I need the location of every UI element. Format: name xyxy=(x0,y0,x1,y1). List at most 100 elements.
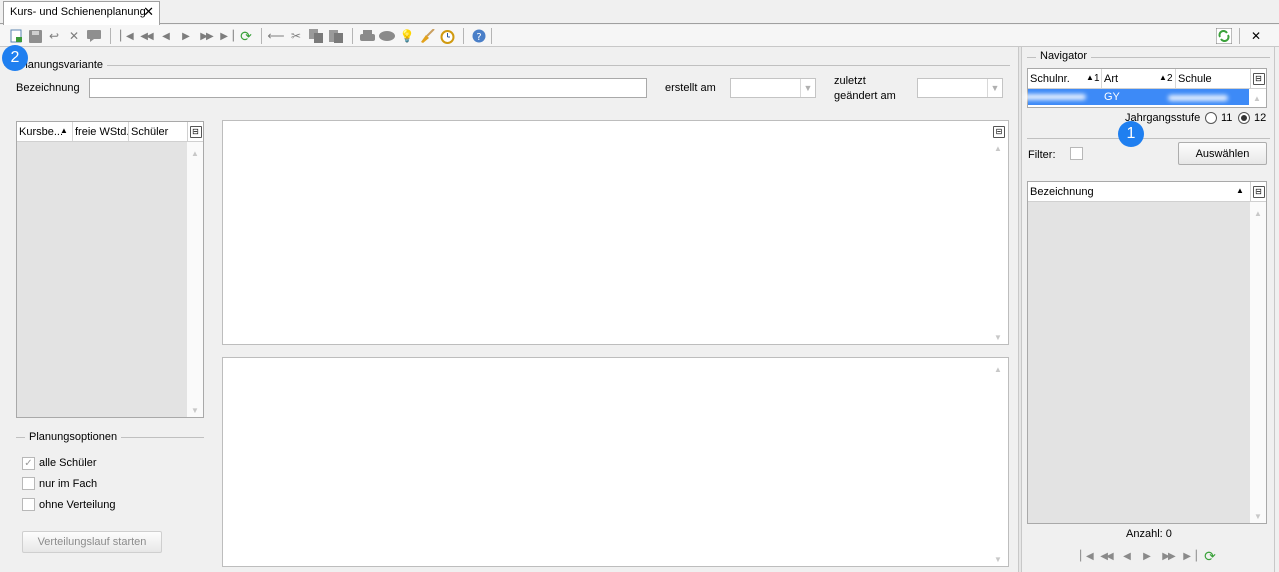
tab-close-icon[interactable]: ✕ xyxy=(143,4,154,20)
svg-text:?: ? xyxy=(476,32,481,43)
sort-up-icon: ▲ xyxy=(1159,73,1167,82)
refresh-icon[interactable]: ⟳ xyxy=(238,28,254,44)
idea-icon[interactable]: 💡 xyxy=(399,28,415,44)
annotation-badge-2: 2 xyxy=(2,45,28,71)
scroll-up-icon[interactable]: ▲ xyxy=(1249,90,1265,106)
auswaehlen-button[interactable]: Auswählen xyxy=(1178,142,1267,165)
column-schule[interactable]: Schule xyxy=(1176,69,1248,88)
undo-icon[interactable]: ↩ xyxy=(46,28,62,44)
annotation-badge-1: 1 xyxy=(1118,121,1144,147)
prev-page-icon[interactable]: ◀◀ xyxy=(1098,548,1114,564)
alarm-clock-icon[interactable] xyxy=(439,28,455,44)
last-icon[interactable]: ▶▕ xyxy=(1181,548,1197,564)
erstellt-am-date[interactable]: ▼ xyxy=(730,78,816,98)
geaendert-am-label: geändert am xyxy=(834,90,896,102)
ohne-verteilung-label: ohne Verteilung xyxy=(39,499,116,511)
tab-strip xyxy=(0,0,1279,24)
prev-icon[interactable]: ◀ xyxy=(1119,548,1135,564)
print-icon[interactable] xyxy=(359,28,375,44)
prev-page-icon[interactable]: ◀◀ xyxy=(138,28,154,44)
erstellt-am-label: erstellt am xyxy=(665,82,716,94)
column-chooser-icon[interactable]: ⊟ xyxy=(1250,69,1266,88)
window-close-icon[interactable]: ✕ xyxy=(1248,28,1264,44)
art-cell: GY xyxy=(1104,91,1120,103)
scroll-up-icon[interactable]: ▲ xyxy=(1250,206,1266,220)
help-icon[interactable]: ? xyxy=(471,28,487,44)
checkbox-ohne-verteilung[interactable] xyxy=(22,498,35,511)
next-page-icon[interactable]: ▶▶ xyxy=(198,28,214,44)
refresh-icon[interactable]: ⟳ xyxy=(1202,548,1218,564)
save-icon[interactable] xyxy=(27,28,43,44)
last-icon[interactable]: ▶▕ xyxy=(218,28,234,44)
comment-icon[interactable] xyxy=(86,28,102,44)
scroll-down-icon[interactable]: ▼ xyxy=(1250,509,1266,523)
next-icon[interactable]: ▶ xyxy=(1139,548,1155,564)
filter-checkbox[interactable] xyxy=(1070,147,1083,160)
jahrgang-12-label: 12 xyxy=(1254,112,1267,124)
column-chooser-icon[interactable]: ⊟ xyxy=(187,122,203,141)
sort-up-icon: ▲ xyxy=(1236,186,1244,195)
kurs-grid-header: Kursbe... ▲ freie WStd. Schüler ⊟ xyxy=(17,122,203,142)
schienen-area-top[interactable]: ⊟ ▲ ▼ xyxy=(222,120,1009,345)
radio-jahrgang-12[interactable] xyxy=(1238,112,1250,124)
sort-order-2: 2 xyxy=(1167,73,1173,84)
sort-up-icon: ▲ xyxy=(1086,73,1094,82)
scroll-up-icon[interactable]: ▲ xyxy=(990,141,1006,155)
group-title-planungsoptionen: Planungsoptionen xyxy=(25,431,122,443)
schienen-area-bottom[interactable]: ▲ ▼ xyxy=(222,357,1009,567)
schule-grid[interactable]: Schulnr. ▲ 1 Art ▲ 2 Schule ⊟ GY ▲ xyxy=(1027,68,1267,108)
checkbox-nur-im-fach[interactable] xyxy=(22,477,35,490)
nur-im-fach-label: nur im Fach xyxy=(39,478,98,490)
zuletzt-label: zuletzt xyxy=(834,75,866,87)
bezeichnung-list-scrollbar[interactable]: ▲ ▼ xyxy=(1250,202,1266,523)
column-chooser-icon[interactable]: ⊟ xyxy=(1250,182,1266,201)
prev-icon[interactable]: ◀ xyxy=(158,28,174,44)
tab-kurs-schienenplanung[interactable]: Kurs- und Schienenplanung ✕ xyxy=(3,1,160,25)
scroll-down-icon[interactable]: ▼ xyxy=(187,403,203,417)
column-chooser-icon[interactable]: ⊟ xyxy=(991,122,1007,141)
kurs-grid[interactable]: Kursbe... ▲ freie WStd. Schüler ⊟ ▲ ▼ xyxy=(16,121,204,418)
group-title-navigator: Navigator xyxy=(1036,50,1092,62)
scroll-up-icon[interactable]: ▲ xyxy=(187,146,203,160)
sort-up-icon: ▲ xyxy=(60,126,68,135)
sort-order-1: 1 xyxy=(1094,73,1100,84)
brush-icon[interactable] xyxy=(419,28,435,44)
delete-icon[interactable]: ✕ xyxy=(66,28,82,44)
copy-icon[interactable] xyxy=(308,28,324,44)
scroll-up-icon[interactable]: ▲ xyxy=(990,362,1006,376)
first-icon[interactable]: ▏◀ xyxy=(118,28,134,44)
new-icon[interactable] xyxy=(8,28,24,44)
bezeichnung-list-header: Bezeichnung ▲ ⊟ xyxy=(1028,182,1266,202)
geaendert-am-date[interactable]: ▼ xyxy=(917,78,1003,98)
column-freie-wstd[interactable]: freie WStd. xyxy=(73,122,129,141)
toolbar: ↩ ✕ ▏◀ ◀◀ ◀ ▶ ▶▶ ▶▕ ⟳ ⟵ ✂ 💡 ? ✕ xyxy=(0,25,1279,47)
bezeichnung-label: Bezeichnung xyxy=(16,82,80,94)
scroll-down-icon[interactable]: ▼ xyxy=(990,330,1006,344)
first-icon[interactable]: ▏◀ xyxy=(1078,548,1094,564)
verteilungslauf-starten-button[interactable]: Verteilungslauf starten xyxy=(22,531,162,553)
jahrgang-11-label: 11 xyxy=(1221,112,1233,124)
paste-icon[interactable] xyxy=(328,28,344,44)
checkbox-alle-schueler[interactable]: ✓ xyxy=(22,457,35,470)
radio-jahrgang-11[interactable] xyxy=(1205,112,1217,124)
tab-label: Kurs- und Schienenplanung xyxy=(10,6,146,18)
right-border xyxy=(1274,47,1275,572)
schule-grid-header: Schulnr. ▲ 1 Art ▲ 2 Schule ⊟ xyxy=(1028,69,1266,89)
alle-schueler-label: alle Schüler xyxy=(39,457,97,469)
kurs-grid-scrollbar[interactable]: ▲ ▼ xyxy=(187,142,203,417)
chevron-down-icon[interactable]: ▼ xyxy=(800,79,815,97)
preview-icon[interactable] xyxy=(379,28,395,44)
bezeichnung-list[interactable]: Bezeichnung ▲ ⊟ ▲ ▼ xyxy=(1027,181,1267,524)
scroll-down-icon[interactable]: ▼ xyxy=(990,552,1006,566)
next-page-icon[interactable]: ▶▶ xyxy=(1160,548,1176,564)
next-icon[interactable]: ▶ xyxy=(178,28,194,44)
splitter[interactable] xyxy=(1018,47,1022,572)
cut-icon[interactable]: ✂ xyxy=(288,28,304,44)
sync-icon[interactable] xyxy=(1216,28,1232,44)
column-schueler[interactable]: Schüler xyxy=(129,122,187,141)
back-arrow-icon[interactable]: ⟵ xyxy=(267,28,284,44)
chevron-down-icon[interactable]: ▼ xyxy=(987,79,1002,97)
navigator-record-nav: ▏◀ ◀◀ ◀ ▶ ▶▶ ▶▕ ⟳ xyxy=(1078,548,1228,564)
bezeichnung-input[interactable] xyxy=(89,78,647,98)
column-bezeichnung[interactable]: Bezeichnung xyxy=(1028,182,1248,201)
